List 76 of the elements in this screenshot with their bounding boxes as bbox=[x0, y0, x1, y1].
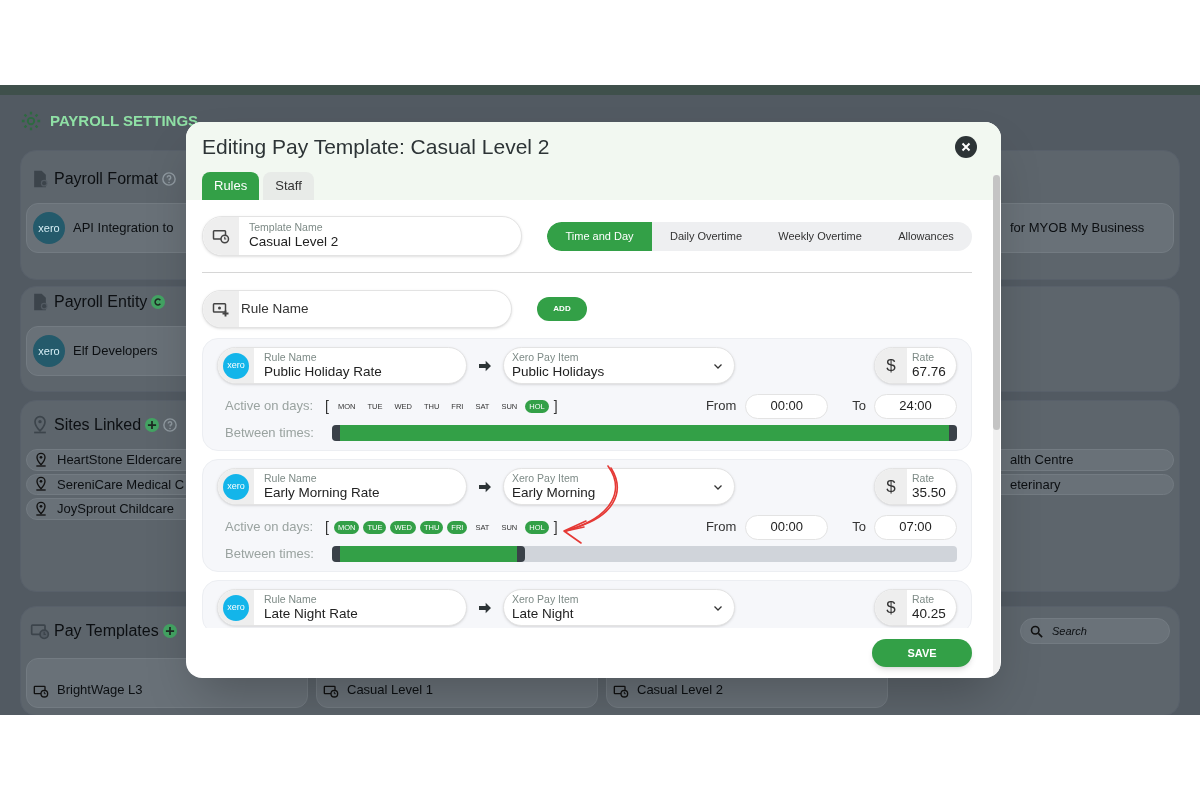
section-heading: Sites Linked bbox=[54, 415, 142, 435]
section-heading: Payroll Entity bbox=[54, 292, 148, 312]
tab[interactable]: Weekly Overtime bbox=[760, 221, 880, 251]
pay-item-dropdown[interactable]: Xero Pay Item Early Morning bbox=[503, 468, 735, 505]
page-title: PAYROLL SETTINGS bbox=[50, 110, 199, 131]
field-label: To bbox=[852, 397, 866, 416]
rate-field[interactable]: $ Rate 67.76 bbox=[874, 347, 957, 384]
search-field[interactable]: Search bbox=[1020, 618, 1170, 644]
section-heading: Payroll Format bbox=[54, 169, 159, 189]
banknote-clock-icon bbox=[33, 683, 49, 699]
logo: xero bbox=[33, 212, 65, 244]
list-item[interactable]: Elf Developers bbox=[73, 341, 158, 361]
rule-name-field[interactable]: xero Rule Name Public Holiday Rate bbox=[217, 347, 467, 384]
field-label: Active on days: bbox=[225, 518, 315, 537]
field-label: Between times: bbox=[225, 545, 315, 564]
tab[interactable]: Allowances bbox=[880, 221, 972, 251]
time-field[interactable]: 24:00 bbox=[874, 393, 957, 419]
section-heading: Pay Templates bbox=[54, 621, 159, 641]
list-item[interactable]: for MYOB My Business bbox=[1010, 218, 1145, 238]
close-icon bbox=[960, 141, 972, 153]
rule-name-field[interactable]: xero Rule Name Early Morning Rate bbox=[217, 468, 467, 505]
rate-field[interactable]: $ Rate 35.50 bbox=[874, 468, 957, 505]
scrollbar[interactable] bbox=[993, 175, 1000, 678]
add-icon bbox=[162, 624, 177, 638]
tab[interactable]: Daily Overtime bbox=[652, 221, 760, 251]
field-label: Active on days: bbox=[225, 397, 315, 416]
add-icon bbox=[145, 418, 160, 432]
time-field[interactable]: 00:00 bbox=[745, 514, 829, 540]
pay-item-dropdown[interactable]: Xero Pay Item Late Night bbox=[503, 589, 735, 626]
slider-handle[interactable] bbox=[332, 425, 340, 441]
search-icon bbox=[1029, 623, 1044, 639]
list-item[interactable]: BrightWage L3 bbox=[57, 679, 143, 699]
location-pin-icon bbox=[33, 451, 49, 468]
refresh-icon bbox=[151, 295, 166, 309]
slider-handle[interactable] bbox=[332, 546, 340, 562]
location-pin-icon bbox=[33, 476, 49, 493]
field-label: Between times: bbox=[225, 424, 315, 443]
list-item[interactable]: SereniCare Medical C bbox=[57, 474, 185, 494]
rule-name-input[interactable]: Rule Name bbox=[239, 291, 511, 327]
field-label: From bbox=[705, 518, 737, 537]
rate-field[interactable]: $ Rate 40.25 bbox=[874, 589, 957, 626]
rule-name-field[interactable]: xero Rule Name Late Night Rate bbox=[217, 589, 467, 626]
tab[interactable]: Staff bbox=[263, 172, 314, 200]
template-name-field[interactable]: Template Name Casual Level 2 bbox=[202, 216, 522, 256]
banknote-clock-icon bbox=[613, 683, 629, 699]
logo: xero bbox=[223, 594, 249, 621]
bracket: ] bbox=[553, 517, 558, 537]
banknote-plus-icon bbox=[212, 300, 230, 318]
slider-thumb[interactable] bbox=[949, 425, 957, 441]
field-label: To bbox=[852, 518, 866, 537]
banknote-clock-icon bbox=[212, 227, 230, 245]
pay-item-dropdown[interactable]: Xero Pay Item Public Holidays bbox=[503, 347, 735, 384]
settings-icon bbox=[20, 110, 42, 132]
time-field[interactable]: 00:00 bbox=[745, 393, 829, 419]
bracket: ] bbox=[553, 396, 558, 416]
logo: xero bbox=[33, 335, 65, 367]
logo: xero bbox=[223, 352, 249, 379]
slider-track[interactable] bbox=[332, 546, 957, 562]
bracket: [ bbox=[325, 396, 329, 416]
list-item[interactable]: API Integration to bbox=[73, 218, 174, 238]
search-input[interactable]: Search bbox=[1052, 622, 1152, 640]
dialog-title: Editing Pay Template: Casual Level 2 bbox=[202, 134, 550, 161]
field-label: From bbox=[705, 397, 737, 416]
list-item[interactable]: eterinary bbox=[1010, 474, 1061, 494]
banknote-clock-icon bbox=[323, 683, 339, 699]
bracket: [ bbox=[325, 517, 329, 537]
help-icon bbox=[162, 172, 177, 186]
time-field[interactable]: 07:00 bbox=[874, 514, 957, 540]
help-icon bbox=[163, 418, 178, 432]
slider-thumb[interactable] bbox=[516, 546, 525, 562]
close-button[interactable] bbox=[955, 136, 977, 158]
banknote-clock-icon bbox=[30, 621, 50, 641]
list-item[interactable]: alth Centre bbox=[1010, 450, 1074, 470]
rule-name-field[interactable]: Rule Name bbox=[202, 290, 512, 328]
logo: xero bbox=[223, 473, 249, 500]
location-pin-icon bbox=[33, 500, 49, 517]
